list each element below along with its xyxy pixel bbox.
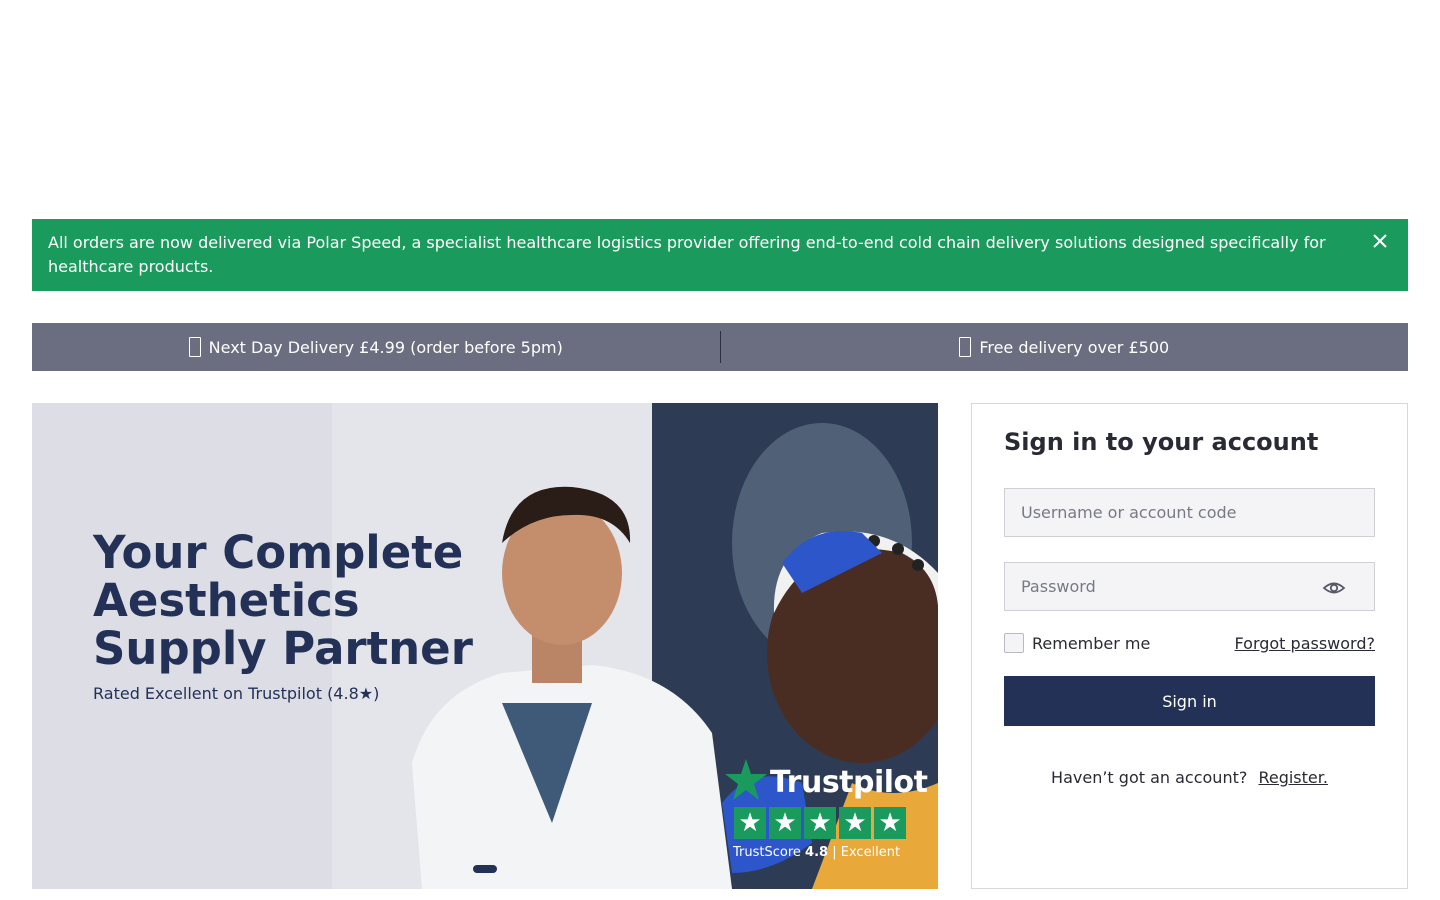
delivery-item-label: Next Day Delivery £4.99 (order before 5p… (208, 337, 563, 357)
hero-subtitle: Rated Excellent on Trustpilot (4.8★) (93, 684, 380, 703)
eye-icon[interactable] (1322, 576, 1346, 600)
star-icon: ★ (874, 807, 906, 839)
notice-banner: All orders are now delivered via Polar S… (32, 219, 1408, 291)
notice-text: All orders are now delivered via Polar S… (48, 233, 1326, 276)
delivery-item-label: Free delivery over £500 (979, 337, 1170, 357)
register-link[interactable]: Register. (1258, 768, 1328, 787)
password-placeholder: Password (1021, 577, 1096, 596)
username-field[interactable]: Username or account code (1004, 488, 1375, 537)
signin-button[interactable]: Sign in (1004, 676, 1375, 726)
trustpilot-badge[interactable]: Trustpilot ★ ★ ★ ★ ★ TrustScore 4.8 | Ex… (724, 759, 928, 863)
box-icon (188, 337, 201, 357)
trustpilot-wordmark: Trustpilot (770, 765, 928, 800)
hero-banner: Your Complete Aesthetics Supply Partner … (32, 403, 938, 889)
trustpilot-score: TrustScore 4.8 | Excellent (733, 845, 900, 860)
signin-card: Sign in to your account Username or acco… (971, 403, 1408, 889)
star-icon: ★ (839, 807, 871, 839)
close-icon[interactable] (1372, 233, 1388, 249)
password-field[interactable]: Password (1004, 562, 1375, 611)
delivery-item-free: Free delivery over £500 (721, 323, 1409, 371)
remember-checkbox[interactable] (1004, 633, 1024, 653)
hero-title: Your Complete Aesthetics Supply Partner (93, 526, 473, 675)
username-placeholder: Username or account code (1021, 503, 1237, 522)
trustscore-rating: Excellent (840, 845, 901, 860)
signin-title: Sign in to your account (1004, 428, 1319, 456)
delivery-strip: Next Day Delivery £4.99 (order before 5p… (32, 323, 1408, 371)
remember-me[interactable]: Remember me (1004, 633, 1150, 653)
trustpilot-stars: ★ ★ ★ ★ ★ (734, 807, 906, 839)
carousel-dot[interactable] (473, 865, 497, 873)
star-icon: ★ (734, 807, 766, 839)
register-prompt: Haven’t got an account? (1051, 768, 1248, 787)
trustscore-separator: | (832, 845, 837, 860)
delivery-item-next-day: Next Day Delivery £4.99 (order before 5p… (32, 323, 720, 371)
trustscore-value: 4.8 (805, 845, 829, 860)
star-icon: ★ (769, 807, 801, 839)
trustpilot-star-icon (725, 759, 767, 800)
register-line: Haven’t got an account? Register. (972, 768, 1407, 787)
box-icon (959, 337, 972, 357)
forgot-password-link[interactable]: Forgot password? (1235, 634, 1375, 653)
trustscore-label: TrustScore (733, 845, 801, 860)
remember-label: Remember me (1032, 633, 1151, 653)
star-icon: ★ (804, 807, 836, 839)
